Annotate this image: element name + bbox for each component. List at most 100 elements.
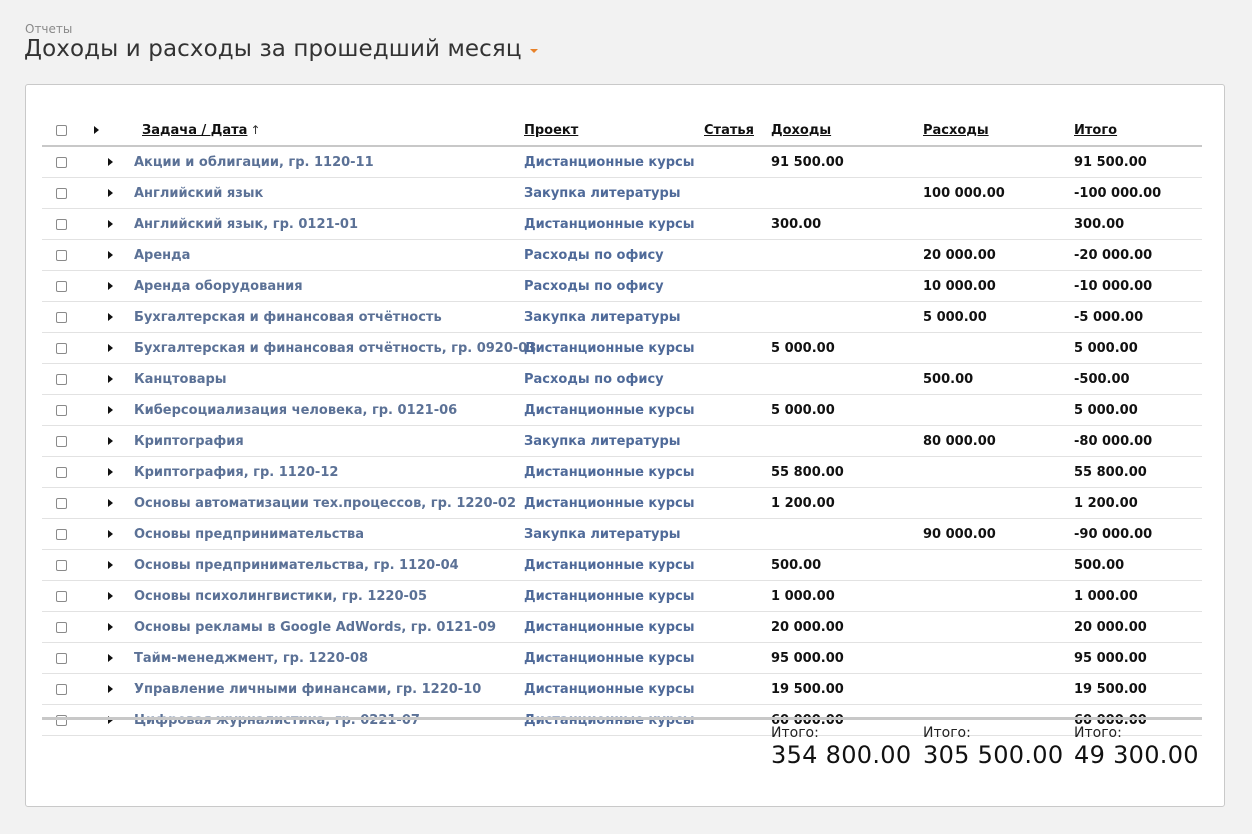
task-link[interactable]: Основы автоматизации тех.процессов, гр. … bbox=[134, 496, 516, 511]
expand-row-icon[interactable] bbox=[108, 282, 113, 290]
expand-all-icon[interactable] bbox=[94, 126, 99, 134]
report-dropdown-caret-icon[interactable] bbox=[529, 49, 538, 53]
expand-row-icon[interactable] bbox=[108, 623, 113, 631]
expand-row-icon[interactable] bbox=[108, 468, 113, 476]
row-checkbox[interactable] bbox=[56, 187, 67, 199]
expand-row-icon[interactable] bbox=[108, 251, 113, 259]
table-row[interactable]: Акции и облигации, гр. 1120-11 Дистанцион… bbox=[42, 147, 1202, 178]
project-link[interactable]: Дистанционные курсы bbox=[524, 155, 695, 170]
expand-row-icon[interactable] bbox=[108, 530, 113, 538]
row-checkbox[interactable] bbox=[56, 249, 67, 261]
row-checkbox[interactable] bbox=[56, 497, 67, 509]
row-checkbox[interactable] bbox=[56, 404, 67, 416]
expand-row-icon[interactable] bbox=[108, 654, 113, 662]
row-checkbox[interactable] bbox=[56, 156, 67, 168]
expand-row-icon[interactable] bbox=[108, 189, 113, 197]
expand-row-icon[interactable] bbox=[108, 375, 113, 383]
table-row[interactable]: Основы предпринимательства, гр. 1120-04 Д… bbox=[42, 550, 1202, 581]
column-header-expense[interactable]: Расходы bbox=[923, 115, 989, 145]
project-link[interactable]: Закупка литературы bbox=[524, 527, 681, 542]
table-row[interactable]: Тайм-менеджмент, гр. 1220-08 Дистанционны… bbox=[42, 643, 1202, 674]
table-row[interactable]: Управление личными финансами, гр. 1220-1… bbox=[42, 674, 1202, 705]
row-checkbox[interactable] bbox=[56, 373, 67, 385]
row-checkbox[interactable] bbox=[56, 218, 67, 230]
project-link[interactable]: Закупка литературы bbox=[524, 310, 681, 325]
project-link[interactable]: Дистанционные курсы bbox=[524, 403, 695, 418]
task-link[interactable]: Основы психолингвистики, гр. 1220-05 bbox=[134, 589, 427, 604]
row-checkbox[interactable] bbox=[56, 683, 67, 695]
task-link[interactable]: Основы предпринимательства bbox=[134, 527, 364, 542]
task-link[interactable]: Основы рекламы в Google AdWords, гр. 012… bbox=[134, 620, 496, 635]
project-link[interactable]: Дистанционные курсы bbox=[524, 341, 695, 356]
expand-row-icon[interactable] bbox=[108, 313, 113, 321]
column-header-article-label[interactable]: Статья bbox=[704, 123, 754, 138]
row-checkbox[interactable] bbox=[56, 280, 67, 292]
project-link[interactable]: Дистанционные курсы bbox=[524, 217, 695, 232]
row-checkbox[interactable] bbox=[56, 559, 67, 571]
task-link[interactable]: Бухгалтерская и финансовая отчётность bbox=[134, 310, 442, 325]
column-header-task-label[interactable]: Задача / Дата bbox=[142, 123, 247, 138]
task-link[interactable]: Управление личными финансами, гр. 1220-1… bbox=[134, 682, 481, 697]
row-checkbox[interactable] bbox=[56, 652, 67, 664]
task-link[interactable]: Аренда оборудования bbox=[134, 279, 303, 294]
project-link[interactable]: Расходы по офису bbox=[524, 372, 664, 387]
expand-row-icon[interactable] bbox=[108, 592, 113, 600]
table-row[interactable]: Бухгалтерская и финансовая отчётность, г… bbox=[42, 333, 1202, 364]
project-link[interactable]: Дистанционные курсы bbox=[524, 558, 695, 573]
expand-row-icon[interactable] bbox=[108, 344, 113, 352]
task-link[interactable]: Криптография bbox=[134, 434, 244, 449]
project-link[interactable]: Дистанционные курсы bbox=[524, 496, 695, 511]
expand-row-icon[interactable] bbox=[108, 499, 113, 507]
table-row[interactable]: Основы автоматизации тех.процессов, гр. … bbox=[42, 488, 1202, 519]
table-row[interactable]: Киберсоциализация человека, гр. 0121-06 Д… bbox=[42, 395, 1202, 426]
column-header-project-label[interactable]: Проект bbox=[524, 123, 578, 138]
row-checkbox[interactable] bbox=[56, 621, 67, 633]
project-link[interactable]: Дистанционные курсы bbox=[524, 651, 695, 666]
table-row[interactable]: Канцтовары Расходы по офису 500.00 -500.00 bbox=[42, 364, 1202, 395]
project-link[interactable]: Дистанционные курсы bbox=[524, 682, 695, 697]
task-link[interactable]: Акции и облигации, гр. 1120-11 bbox=[134, 155, 374, 170]
expand-row-icon[interactable] bbox=[108, 685, 113, 693]
task-link[interactable]: Криптография, гр. 1120-12 bbox=[134, 465, 338, 480]
column-header-task[interactable]: Задача / Дата ↑ bbox=[142, 115, 261, 145]
column-header-total[interactable]: Итого bbox=[1074, 115, 1117, 145]
column-header-expense-label[interactable]: Расходы bbox=[923, 123, 989, 138]
row-checkbox[interactable] bbox=[56, 435, 67, 447]
expand-row-icon[interactable] bbox=[108, 437, 113, 445]
table-row[interactable]: Криптография, гр. 1120-12 Дистанционные к… bbox=[42, 457, 1202, 488]
sort-ascending-icon[interactable]: ↑ bbox=[250, 123, 260, 137]
row-checkbox[interactable] bbox=[56, 311, 67, 323]
project-link[interactable]: Закупка литературы bbox=[524, 186, 681, 201]
column-header-project[interactable]: Проект bbox=[524, 115, 578, 145]
task-link[interactable]: Тайм-менеджмент, гр. 1220-08 bbox=[134, 651, 368, 666]
expand-row-icon[interactable] bbox=[108, 158, 113, 166]
expand-row-icon[interactable] bbox=[108, 406, 113, 414]
table-row[interactable]: Аренда Расходы по офису 20 000.00 -20 000.0… bbox=[42, 240, 1202, 271]
column-header-income-label[interactable]: Доходы bbox=[771, 123, 831, 138]
project-link[interactable]: Закупка литературы bbox=[524, 434, 681, 449]
table-row[interactable]: Аренда оборудования Расходы по офису 10 00… bbox=[42, 271, 1202, 302]
row-checkbox[interactable] bbox=[56, 342, 67, 354]
column-header-total-label[interactable]: Итого bbox=[1074, 123, 1117, 138]
task-link[interactable]: Киберсоциализация человека, гр. 0121-06 bbox=[134, 403, 457, 418]
task-link[interactable]: Канцтовары bbox=[134, 372, 227, 387]
project-link[interactable]: Дистанционные курсы bbox=[524, 713, 695, 728]
project-link[interactable]: Расходы по офису bbox=[524, 248, 664, 263]
project-link[interactable]: Дистанционные курсы bbox=[524, 620, 695, 635]
task-link[interactable]: Аренда bbox=[134, 248, 190, 263]
table-row[interactable]: Английский язык Закупка литературы 100 000… bbox=[42, 178, 1202, 209]
task-link[interactable]: Основы предпринимательства, гр. 1120-04 bbox=[134, 558, 459, 573]
project-link[interactable]: Дистанционные курсы bbox=[524, 465, 695, 480]
project-link[interactable]: Дистанционные курсы bbox=[524, 589, 695, 604]
expand-row-icon[interactable] bbox=[108, 220, 113, 228]
table-row[interactable]: Бухгалтерская и финансовая отчётность Зак… bbox=[42, 302, 1202, 333]
column-header-income[interactable]: Доходы bbox=[771, 115, 831, 145]
task-link[interactable]: Английский язык, гр. 0121-01 bbox=[134, 217, 358, 232]
row-checkbox[interactable] bbox=[56, 590, 67, 602]
table-row[interactable]: Основы предпринимательства Закупка литера… bbox=[42, 519, 1202, 550]
table-row[interactable]: Основы рекламы в Google AdWords, гр. 012… bbox=[42, 612, 1202, 643]
task-link[interactable]: Бухгалтерская и финансовая отчётность, г… bbox=[134, 341, 536, 356]
column-header-article[interactable]: Статья bbox=[704, 115, 754, 145]
table-row[interactable]: Основы психолингвистики, гр. 1220-05 Дист… bbox=[42, 581, 1202, 612]
expand-row-icon[interactable] bbox=[108, 561, 113, 569]
